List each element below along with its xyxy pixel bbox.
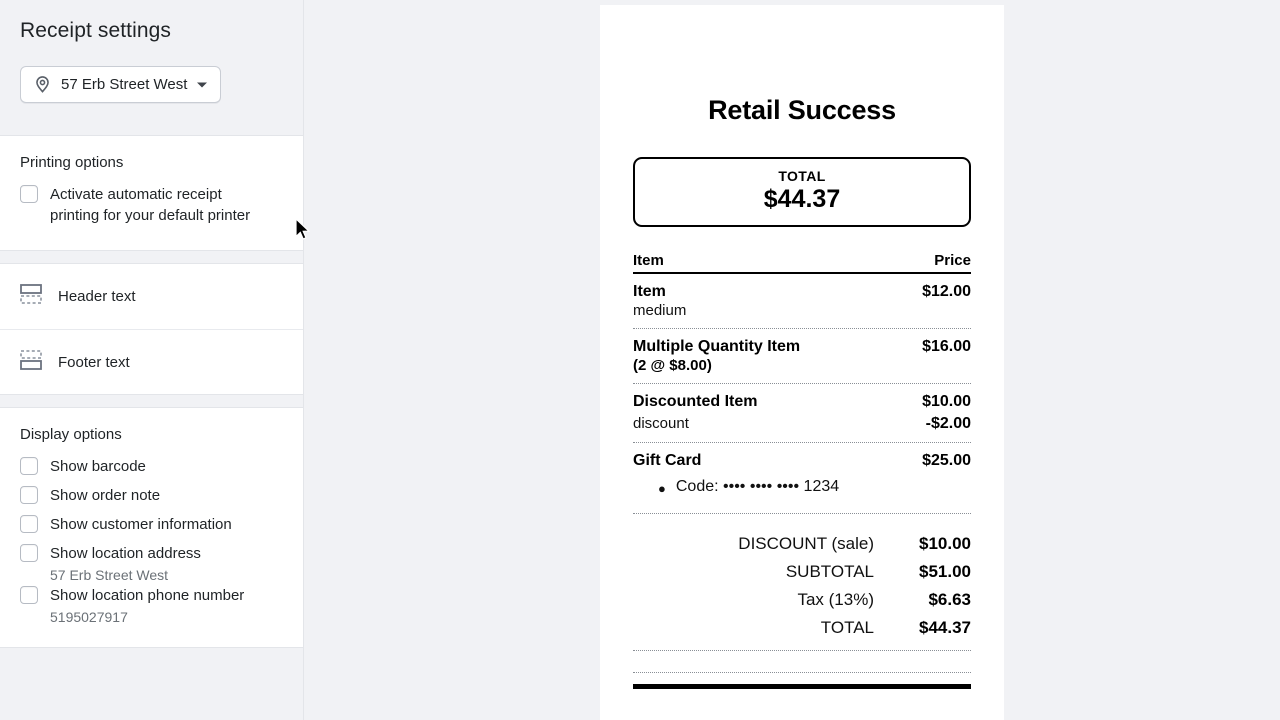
receipt-total-box-amount: $44.37: [763, 185, 841, 213]
table-row: Discounted Item $10.00 discount -$2.00: [633, 384, 971, 443]
location-picker-button[interactable]: 57 Erb Street West: [20, 66, 222, 103]
table-row: Item $12.00 medium: [633, 274, 971, 329]
column-header-item: Item: [633, 252, 664, 269]
auto-print-checkbox[interactable]: [20, 185, 38, 203]
line-item-name: Item: [633, 283, 666, 300]
table-row: Multiple Quantity Item $16.00 (2 @ $8.00…: [633, 329, 971, 384]
totals-label: DISCOUNT (sale): [738, 534, 874, 553]
sidebar-header: Receipt settings 57 Erb Street West: [0, 0, 303, 103]
receipt-store-name: Retail Success: [708, 95, 896, 125]
receipt-table-header: Item Price: [633, 252, 971, 274]
table-row: Gift Card $25.00 ● Code: •••• •••• •••• …: [633, 443, 971, 514]
header-text-label: Header text: [58, 288, 136, 305]
location-picker-value: 57 Erb Street West: [61, 76, 188, 93]
receipt-divider: [633, 672, 971, 673]
show-location-phone-checkbox[interactable]: [20, 586, 38, 604]
totals-amount: $44.37: [919, 618, 971, 637]
footer-text-row[interactable]: Footer text: [0, 329, 303, 394]
auto-print-label: Activate automatic receipt printing for …: [50, 186, 251, 224]
line-item-price: $25.00: [922, 452, 971, 469]
totals-label: Tax (13%): [797, 590, 874, 609]
line-item-discount-label: discount: [633, 415, 689, 432]
line-item-price: $16.00: [922, 338, 971, 355]
chevron-down-icon: [196, 81, 208, 89]
footer-text-icon: [20, 349, 42, 375]
receipt-bottom-bar: [633, 684, 971, 689]
totals-amount: $10.00: [919, 534, 971, 553]
show-customer-information-label: Show customer information: [50, 516, 232, 533]
show-customer-information-row[interactable]: Show customer information: [20, 514, 283, 535]
location-phone-value: 5195027917: [50, 609, 128, 625]
show-order-note-checkbox[interactable]: [20, 486, 38, 504]
receipt-divider: [633, 650, 971, 651]
receipt-preview-area: Retail Success TOTAL $44.37 Item Price I…: [304, 0, 1280, 720]
map-pin-icon: [33, 75, 52, 94]
receipt-preview: Retail Success TOTAL $44.37 Item Price I…: [600, 5, 1004, 720]
totals-amount: $51.00: [919, 562, 971, 581]
totals-row: Tax (13%) $6.63: [633, 590, 971, 610]
header-text-icon: [20, 284, 42, 309]
show-customer-information-checkbox[interactable]: [20, 515, 38, 533]
totals-row: DISCOUNT (sale) $10.00: [633, 534, 971, 554]
line-item-name: Gift Card: [633, 452, 702, 469]
column-header-price: Price: [934, 252, 971, 269]
totals-row: TOTAL $44.37: [633, 618, 971, 638]
show-location-address-row[interactable]: Show location address: [20, 543, 283, 564]
show-order-note-label: Show order note: [50, 487, 161, 504]
gift-card-code: Code: •••• •••• •••• 1234: [675, 478, 840, 495]
receipt-total-box: TOTAL $44.37: [633, 157, 971, 227]
show-location-phone-label: Show location phone number: [50, 587, 245, 604]
show-location-address-checkbox[interactable]: [20, 544, 38, 562]
show-barcode-label: Show barcode: [50, 458, 146, 475]
page-title: Receipt settings: [20, 19, 172, 42]
line-item-price: $10.00: [922, 393, 971, 410]
printing-options-label: Printing options: [20, 154, 124, 171]
display-options-label: Display options: [20, 426, 122, 443]
line-item-variant: medium: [633, 302, 687, 319]
receipt-settings-sidebar: Receipt settings 57 Erb Street West Prin…: [0, 0, 304, 720]
receipt-text-card: Header text Footer text: [0, 263, 303, 395]
receipt-totals: DISCOUNT (sale) $10.00 SUBTOTAL $51.00 T…: [633, 523, 971, 638]
display-options-card: Display options Show barcode Show order …: [0, 407, 303, 648]
receipt-total-box-label: TOTAL: [778, 168, 826, 184]
line-item-qty-note: (2 @ $8.00): [633, 357, 712, 374]
totals-label: SUBTOTAL: [785, 562, 874, 581]
line-item-name: Multiple Quantity Item: [633, 338, 801, 355]
location-address-value: 57 Erb Street West: [50, 567, 169, 583]
show-location-phone-row[interactable]: Show location phone number: [20, 585, 283, 606]
header-text-row[interactable]: Header text: [0, 264, 303, 329]
totals-label: TOTAL: [820, 618, 874, 637]
show-order-note-row[interactable]: Show order note: [20, 485, 283, 506]
auto-print-option-row[interactable]: Activate automatic receipt printing for …: [20, 184, 283, 226]
printing-options-card: Printing options Activate automatic rece…: [0, 135, 303, 251]
line-item-name: Discounted Item: [633, 393, 758, 410]
footer-text-label: Footer text: [58, 353, 130, 371]
totals-amount: $6.63: [928, 590, 971, 609]
bullet-icon: ●: [658, 481, 666, 496]
totals-row: SUBTOTAL $51.00: [633, 562, 971, 582]
show-barcode-row[interactable]: Show barcode: [20, 456, 283, 477]
line-item-price: $12.00: [922, 283, 971, 300]
receipt-line-items: Item Price Item $12.00 medium Multiple Q…: [633, 252, 971, 514]
show-location-address-label: Show location address: [50, 545, 201, 562]
line-item-discount-amount: -$2.00: [925, 415, 971, 432]
app-root: Receipt settings 57 Erb Street West Prin…: [0, 0, 1280, 720]
show-barcode-checkbox[interactable]: [20, 457, 38, 475]
gift-card-code-row: ● Code: •••• •••• •••• 1234: [658, 478, 971, 500]
